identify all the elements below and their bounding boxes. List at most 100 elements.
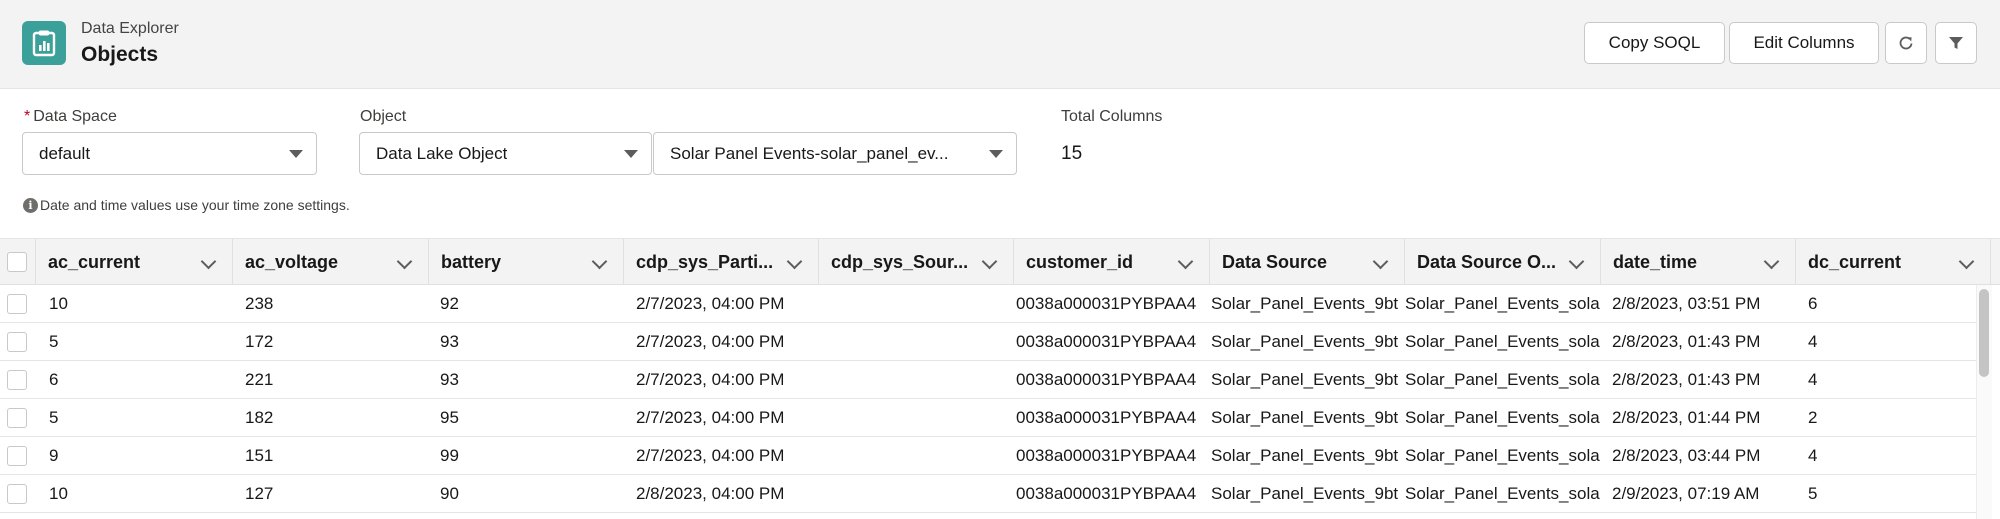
object-type-select[interactable]: Data Lake Object xyxy=(359,132,652,175)
table-cell: 93 xyxy=(440,331,459,351)
chevron-down-icon[interactable] xyxy=(1958,253,1975,270)
row-checkbox[interactable] xyxy=(7,408,27,428)
table-cell: 172 xyxy=(245,331,274,351)
table-cell: 2/7/2023, 04:00 PM xyxy=(636,407,785,427)
table-cell: Solar_Panel_Events_9bt xyxy=(1211,331,1399,351)
table-row[interactable]: 5 182 95 2/7/2023, 04:00 PM 0038a000031P… xyxy=(0,399,1980,437)
column-header[interactable]: Data Source O... xyxy=(1405,239,1601,285)
row-checkbox[interactable] xyxy=(7,484,27,504)
table-cell: 9 xyxy=(49,445,59,465)
table-cell: 2/7/2023, 04:00 PM xyxy=(636,369,785,389)
table-cell: Solar_Panel_Events_sola xyxy=(1405,293,1600,313)
table-cell xyxy=(831,361,1011,398)
chevron-down-icon[interactable] xyxy=(1372,253,1389,270)
row-checkbox[interactable] xyxy=(7,446,27,466)
column-header[interactable]: ac_current xyxy=(36,239,233,285)
object-type-value: Data Lake Object xyxy=(376,143,508,163)
column-header[interactable]: battery xyxy=(429,239,624,285)
column-header[interactable]: dc_current xyxy=(1796,239,1991,285)
column-header[interactable]: Data Source xyxy=(1210,239,1405,285)
column-header[interactable]: ac_voltage xyxy=(233,239,429,285)
table-cell: 4 xyxy=(1808,369,1818,389)
table-cell: 0038a000031PYBPAA4 xyxy=(1016,407,1197,427)
chevron-down-icon[interactable] xyxy=(1568,253,1585,270)
refresh-button[interactable] xyxy=(1885,22,1927,64)
chevron-down-icon xyxy=(989,150,1003,158)
table-cell: 2/8/2023, 01:43 PM xyxy=(1612,369,1761,389)
table-cell: 93 xyxy=(440,369,459,389)
chevron-down-icon[interactable] xyxy=(200,253,217,270)
table-cell: 2/7/2023, 04:00 PM xyxy=(636,293,785,313)
info-icon: i xyxy=(23,197,38,213)
table-cell: 2/8/2023, 03:44 PM xyxy=(1612,445,1761,465)
table-cell: Solar_Panel_Events_9bt xyxy=(1211,445,1399,465)
refresh-icon xyxy=(1899,36,1913,50)
chevron-down-icon[interactable] xyxy=(396,253,413,270)
total-columns-value: 15 xyxy=(1061,143,1083,164)
chevron-down-icon[interactable] xyxy=(1177,253,1194,270)
column-header[interactable]: customer_id xyxy=(1014,239,1210,285)
table-cell: 2 xyxy=(1808,407,1818,427)
table-row[interactable]: 6 221 93 2/7/2023, 04:00 PM 0038a000031P… xyxy=(0,361,1980,399)
table-cell: 95 xyxy=(440,407,459,427)
table-cell: 127 xyxy=(245,483,274,503)
table-cell: 0038a000031PYBPAA4 xyxy=(1016,293,1197,313)
data-space-select[interactable]: default xyxy=(22,132,317,175)
object-label: Object xyxy=(360,108,407,125)
column-header[interactable]: date_time xyxy=(1601,239,1796,285)
table-cell xyxy=(831,475,1011,512)
column-header-label: ac_current xyxy=(48,251,141,272)
table-cell: 238 xyxy=(245,293,274,313)
table-row[interactable]: 9 151 99 2/7/2023, 04:00 PM 0038a000031P… xyxy=(0,437,1980,475)
chevron-down-icon[interactable] xyxy=(1763,253,1780,270)
column-header-label: cdp_sys_Sour... xyxy=(831,251,969,272)
table-header: ac_current ac_voltage battery cdp_sys_Pa… xyxy=(0,239,2000,285)
data-space-value: default xyxy=(39,143,91,163)
row-checkbox[interactable] xyxy=(7,332,27,352)
table-cell: 10 xyxy=(49,483,68,503)
filter-button[interactable] xyxy=(1935,22,1977,64)
copy-soql-button[interactable]: Copy SOQL xyxy=(1584,22,1725,64)
chevron-down-icon[interactable] xyxy=(591,253,608,270)
column-header-label: Data Source xyxy=(1222,251,1328,272)
column-header-label: battery xyxy=(441,251,502,272)
select-all-cell xyxy=(0,239,36,285)
table-cell: 2/8/2023, 01:43 PM xyxy=(1612,331,1761,351)
table-row[interactable]: 5 172 93 2/7/2023, 04:00 PM 0038a000031P… xyxy=(0,323,1980,361)
column-header-label: cdp_sys_Parti... xyxy=(636,251,774,272)
table-cell: 90 xyxy=(440,483,459,503)
column-header-label: date_time xyxy=(1613,251,1698,272)
row-checkbox[interactable] xyxy=(7,294,27,314)
vertical-scrollbar-thumb[interactable] xyxy=(1979,289,1989,377)
select-all-checkbox[interactable] xyxy=(7,252,27,272)
table-cell: 221 xyxy=(245,369,274,389)
table-row[interactable]: 10 238 92 2/7/2023, 04:00 PM 0038a000031… xyxy=(0,285,1980,323)
column-header[interactable]: cdp_sys_Sour... xyxy=(819,239,1014,285)
row-checkbox[interactable] xyxy=(7,370,27,390)
object-select[interactable]: Solar Panel Events-solar_panel_ev... xyxy=(653,132,1017,175)
table-cell xyxy=(831,437,1011,474)
table-cell: Solar_Panel_Events_9bt xyxy=(1211,293,1399,313)
chevron-down-icon xyxy=(289,150,303,158)
table-cell: 5 xyxy=(1808,483,1818,503)
table-cell: 92 xyxy=(440,293,459,313)
table-cell: 5 xyxy=(49,407,59,427)
page-header: Data Explorer Objects Copy SOQL Edit Col… xyxy=(0,0,2000,89)
table-cell xyxy=(831,399,1011,436)
table-cell: Solar_Panel_Events_9bt xyxy=(1211,483,1399,503)
chevron-down-icon[interactable] xyxy=(981,253,998,270)
table-cell: Solar_Panel_Events_sola xyxy=(1405,483,1600,503)
chevron-down-icon[interactable] xyxy=(786,253,803,270)
edit-columns-button[interactable]: Edit Columns xyxy=(1729,22,1879,64)
table-cell: 4 xyxy=(1808,445,1818,465)
table-cell: 0038a000031PYBPAA4 xyxy=(1016,331,1197,351)
table-cell xyxy=(831,323,1011,360)
table-row[interactable]: 10 127 90 2/8/2023, 04:00 PM 0038a000031… xyxy=(0,475,1980,513)
table-cell: 4 xyxy=(1808,331,1818,351)
data-space-label: * Data Space xyxy=(24,108,117,126)
column-header[interactable]: cdp_sys_Parti... xyxy=(624,239,819,285)
table-cell: 2/8/2023, 01:44 PM xyxy=(1612,407,1761,427)
total-columns-label: Total Columns xyxy=(1061,108,1163,125)
object-value: Solar Panel Events-solar_panel_ev... xyxy=(670,143,949,163)
table-cell: 2/7/2023, 04:00 PM xyxy=(636,331,785,351)
